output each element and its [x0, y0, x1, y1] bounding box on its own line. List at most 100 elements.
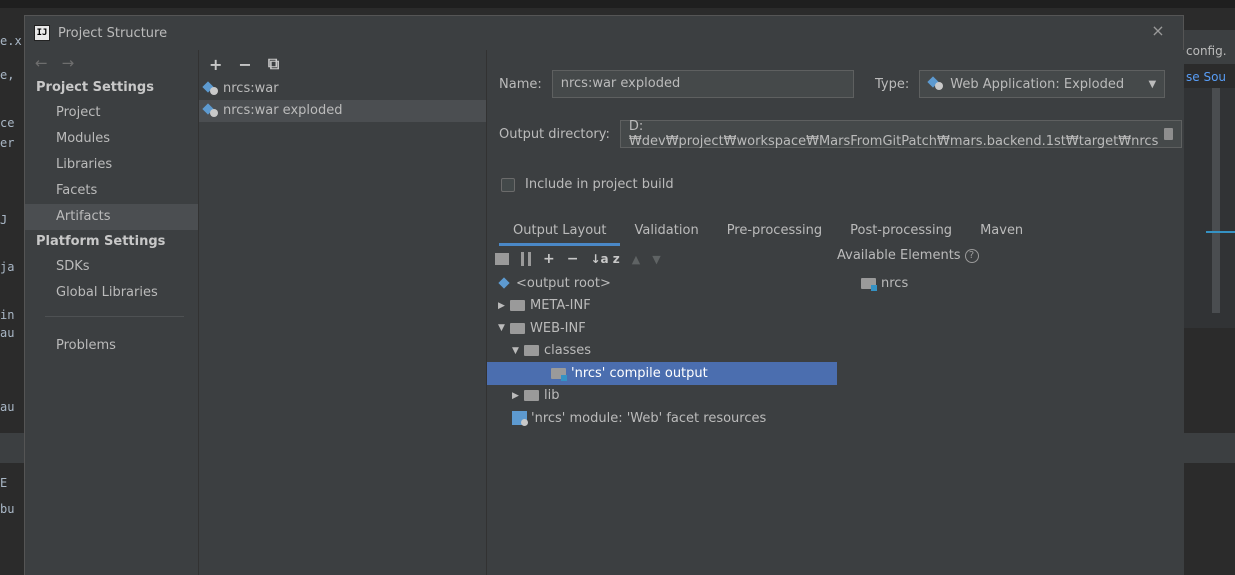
nav-item-problems[interactable]: Problems [25, 333, 198, 359]
create-directory-icon[interactable] [495, 253, 509, 265]
tree-label: <output root> [516, 275, 611, 291]
code-fragment: J [0, 213, 8, 227]
project-settings-heading: Project Settings [36, 80, 154, 95]
move-down-icon[interactable]: ▼ [652, 253, 660, 266]
tab-pre-processing[interactable]: Pre-processing [713, 218, 836, 246]
editor-link[interactable]: se Sou [1186, 70, 1226, 84]
expand-arrow-icon[interactable]: ▶ [498, 301, 510, 311]
tree-row-lib[interactable]: ▶ lib [487, 385, 837, 408]
tree-row-meta-inf[interactable]: ▶ META-INF [487, 295, 837, 318]
scrollbar[interactable] [1212, 88, 1220, 313]
tab-maven[interactable]: Maven [966, 218, 1037, 246]
ide-background-left: e.x e, ce er J ja in au au E bu [0, 8, 24, 575]
name-label: Name: [499, 76, 542, 92]
output-layout-tree: <output root> ▶ META-INF ▼ WEB-INF ▼ cla… [487, 272, 837, 430]
type-label: Type: [875, 76, 910, 92]
tree-row-web-inf[interactable]: ▼ WEB-INF [487, 317, 837, 340]
nav-item-artifacts[interactable]: Artifacts [25, 204, 198, 230]
web-app-icon [927, 76, 944, 91]
nav-item-global-libraries[interactable]: Global Libraries [25, 280, 198, 306]
move-up-icon[interactable]: ▲ [632, 253, 640, 266]
folder-icon [524, 390, 539, 402]
layout-tabs: Output Layout Validation Pre-processing … [499, 218, 1196, 246]
code-fragment: e, [0, 68, 15, 82]
output-dir-label: Output directory: [499, 126, 610, 142]
nav-arrows: ← → [25, 50, 198, 76]
help-icon[interactable]: ? [964, 248, 979, 263]
artifact-toolbar: + − ⧉ [199, 50, 486, 78]
tab-post-processing[interactable]: Post-processing [836, 218, 966, 246]
dialog-title: Project Structure [58, 25, 168, 41]
name-row: Name: nrcs:war exploded [499, 70, 854, 98]
tree-label: classes [544, 343, 592, 359]
library-icon[interactable] [521, 252, 531, 266]
artifact-details: Name: nrcs:war exploded Type: Web Applic… [487, 50, 1184, 575]
copy-artifact-icon[interactable]: ⧉ [268, 54, 279, 74]
artifact-item-war[interactable]: nrcs:war [199, 78, 486, 100]
type-row: Type: Web Application: Exploded ▼ [875, 70, 1166, 98]
nav-item-libraries[interactable]: Libraries [25, 152, 198, 178]
available-item-label: nrcs [881, 275, 909, 291]
tab-output-layout[interactable]: Output Layout [499, 218, 621, 246]
code-fragment: au [0, 400, 15, 414]
war-artifact-icon [202, 103, 219, 118]
back-arrow-icon[interactable]: ← [35, 54, 48, 76]
artifact-label: nrcs:war exploded [223, 103, 343, 118]
code-fragment: ja [0, 260, 15, 274]
tree-label: 'nrcs' module: 'Web' facet resources [531, 410, 767, 426]
include-in-build-checkbox[interactable] [501, 177, 515, 192]
nav-item-project[interactable]: Project [25, 100, 198, 126]
tree-row-output-root[interactable]: <output root> [487, 272, 837, 295]
collapse-arrow-icon[interactable]: ▼ [498, 323, 510, 333]
code-fragment: e.x [0, 34, 22, 48]
remove-artifact-icon[interactable]: − [238, 55, 251, 74]
tree-label: 'nrcs' compile output [571, 365, 708, 381]
project-structure-dialog: IJ Project Structure × ← → Project Setti… [24, 15, 1184, 575]
platform-settings-heading: Platform Settings [36, 234, 166, 249]
expand-arrow-icon[interactable]: ▶ [512, 391, 524, 401]
tree-row-compile-output[interactable]: 'nrcs' compile output [487, 362, 837, 385]
tree-label: lib [544, 388, 560, 404]
type-select[interactable]: Web Application: Exploded ▼ [919, 70, 1166, 98]
available-elements-header: Available Elements ? [837, 248, 979, 263]
output-dir-field[interactable]: D:₩dev₩project₩workspace₩MarsFromGitPatc… [619, 119, 1182, 149]
code-fragment: E [0, 476, 8, 490]
include-row: Include in project build [501, 177, 674, 192]
folder-icon [510, 300, 525, 312]
tab-validation[interactable]: Validation [620, 218, 712, 246]
settings-nav: ← → Project Settings Project Modules Lib… [25, 50, 199, 575]
available-item-nrcs[interactable]: nrcs [861, 272, 908, 294]
tree-label: WEB-INF [530, 320, 586, 336]
war-artifact-icon [202, 81, 219, 96]
code-fragment: in [0, 308, 15, 322]
layout-toolbar: + − ↓a z ▲ ▼ [487, 246, 661, 272]
close-icon[interactable]: × [1149, 22, 1167, 40]
nav-item-facets[interactable]: Facets [25, 178, 198, 204]
nav-item-modules[interactable]: Modules [25, 126, 198, 152]
browse-folder-icon[interactable] [1164, 128, 1173, 140]
intellij-icon: IJ [34, 25, 50, 41]
editor-tab[interactable]: config. [1184, 30, 1235, 64]
tree-label: META-INF [530, 298, 591, 314]
tree-row-classes[interactable]: ▼ classes [487, 340, 837, 363]
include-label: Include in project build [525, 177, 674, 192]
code-fragment: ce [0, 116, 15, 130]
collapse-arrow-icon[interactable]: ▼ [512, 346, 524, 356]
type-value: Web Application: Exploded [950, 76, 1125, 92]
tree-row-facet-resources[interactable]: 'nrcs' module: 'Web' facet resources [487, 407, 837, 430]
forward-arrow-icon[interactable]: → [62, 54, 75, 76]
artifact-item-war-exploded[interactable]: nrcs:war exploded [199, 100, 486, 122]
add-element-icon[interactable]: + [543, 251, 555, 267]
module-folder-icon [861, 277, 877, 291]
dropdown-arrow-icon: ▼ [1148, 78, 1157, 90]
name-field[interactable]: nrcs:war exploded [551, 70, 854, 98]
dialog-titlebar: IJ Project Structure [25, 16, 1183, 50]
sort-icon[interactable]: ↓a z [590, 252, 619, 266]
remove-element-icon[interactable]: − [567, 251, 579, 267]
add-artifact-icon[interactable]: + [209, 55, 222, 74]
nav-item-sdks[interactable]: SDKs [25, 254, 198, 280]
ide-background-right: config. se Sou [1184, 8, 1235, 575]
code-fragment: bu [0, 502, 15, 516]
artifact-label: nrcs:war [223, 81, 279, 96]
ide-background-top [0, 0, 1235, 8]
